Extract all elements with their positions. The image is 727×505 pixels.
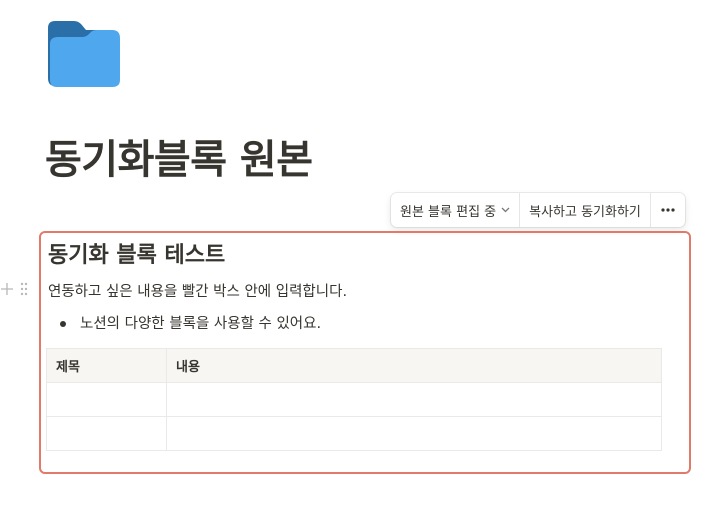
edit-original-dropdown[interactable]: 원본 블록 편집 중 — [391, 193, 519, 227]
notion-page: 동기화블록 원본 원본 블록 편집 중 복사하고 동기화하기 동기화 블록 테스… — [0, 0, 727, 505]
plus-icon[interactable] — [0, 282, 14, 296]
table-header-cell[interactable]: 내용 — [166, 348, 662, 383]
edit-mode-label: 원본 블록 편집 중 — [400, 204, 497, 220]
synced-block-heading[interactable]: 동기화 블록 테스트 — [48, 241, 225, 271]
table-row — [46, 382, 662, 417]
more-horizontal-icon — [661, 208, 675, 212]
folder-icon[interactable] — [44, 18, 122, 90]
copy-and-sync-button[interactable]: 복사하고 동기화하기 — [519, 193, 650, 227]
table-header-row: 제목 내용 — [46, 348, 662, 383]
bullet-text: 노션의 다양한 블록을 사용할 수 있어요. — [80, 316, 322, 332]
bullet-list-item[interactable]: 노션의 다양한 블록을 사용할 수 있어요. — [48, 313, 321, 335]
more-options-button[interactable] — [649, 193, 685, 227]
table-cell[interactable] — [46, 382, 167, 417]
block-handles — [0, 282, 28, 296]
table-cell[interactable] — [166, 382, 662, 417]
synced-block-toolbar: 원본 블록 편집 중 복사하고 동기화하기 — [391, 193, 685, 227]
table-header-cell[interactable]: 제목 — [46, 348, 167, 383]
table-row — [46, 416, 662, 451]
synced-block-original[interactable]: 동기화 블록 테스트 연동하고 싶은 내용을 빨간 박스 안에 입력합니다. 노… — [39, 231, 691, 474]
page-title[interactable]: 동기화블록 원본 — [45, 132, 313, 188]
copy-sync-label: 복사하고 동기화하기 — [529, 204, 641, 220]
drag-handle-icon[interactable] — [20, 282, 28, 296]
simple-table: 제목 내용 — [46, 348, 662, 451]
table-cell[interactable] — [46, 416, 167, 451]
bullet-dot — [60, 321, 66, 327]
chevron-down-icon — [501, 207, 510, 213]
table-cell[interactable] — [166, 416, 662, 451]
synced-block-paragraph[interactable]: 연동하고 싶은 내용을 빨간 박스 안에 입력합니다. — [48, 281, 347, 303]
